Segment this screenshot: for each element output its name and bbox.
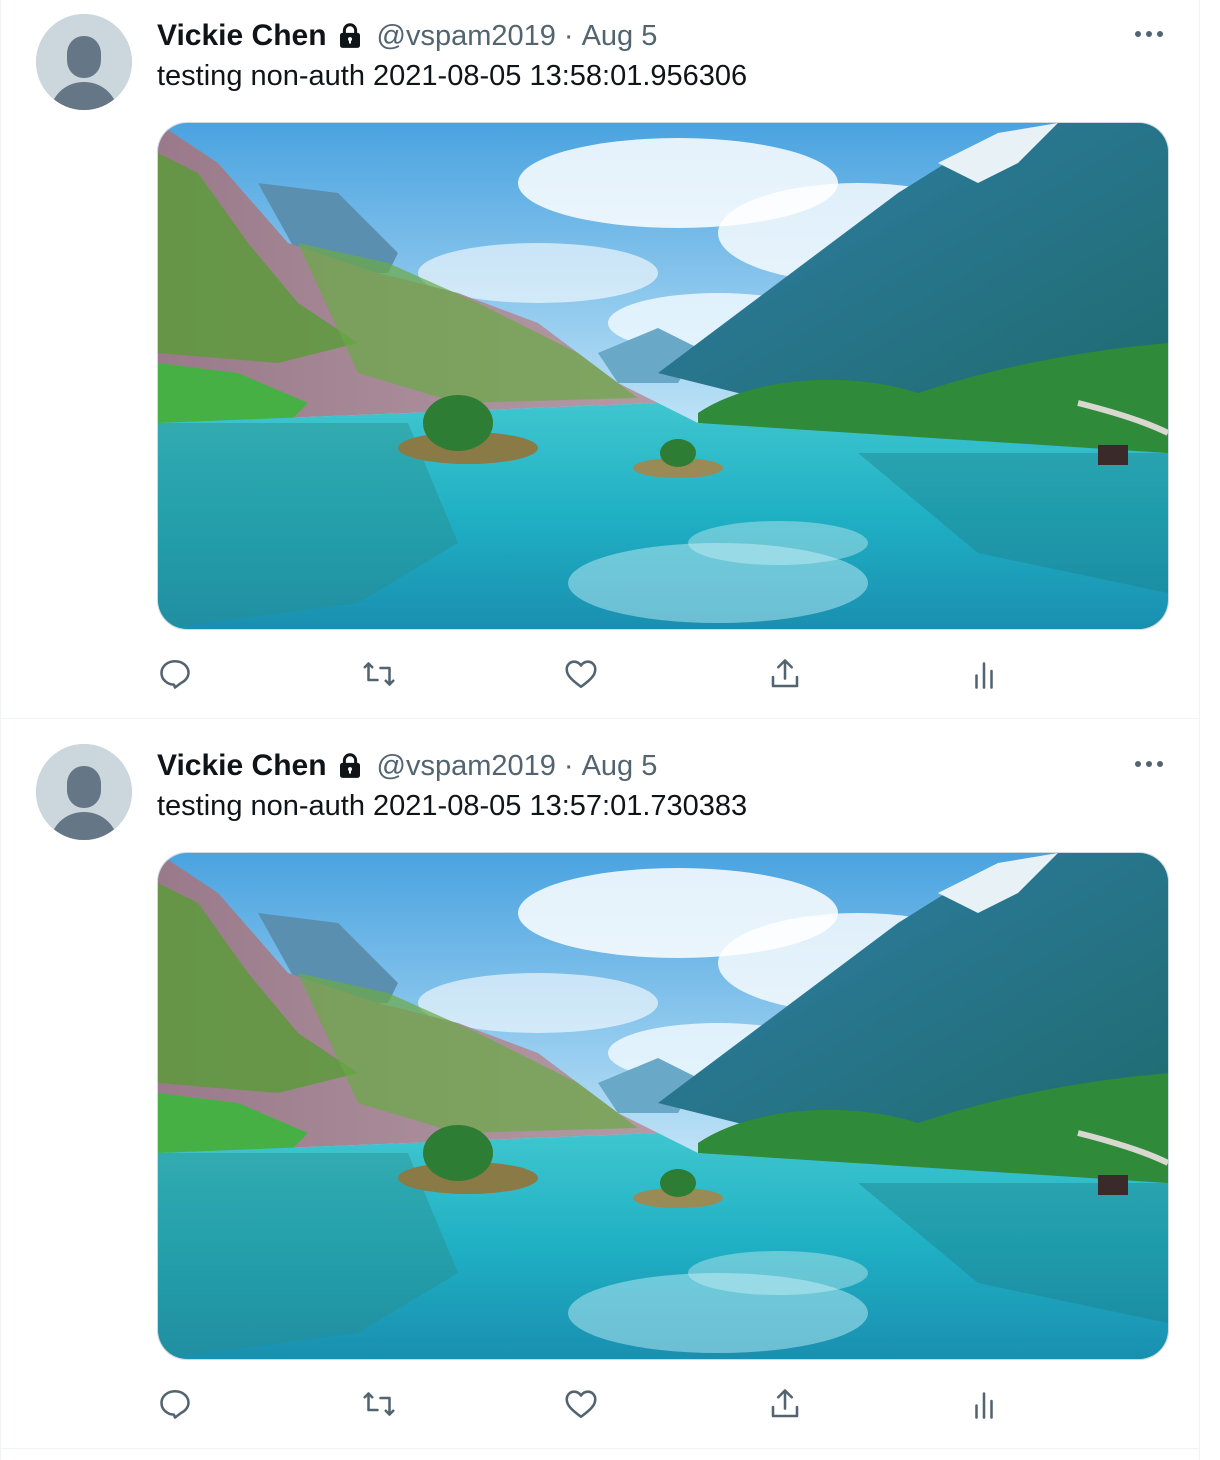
avatar[interactable] [36, 14, 132, 110]
reply-button[interactable] [153, 652, 197, 696]
tweet[interactable]: Vickie Chen @vspam2019 · Aug 5 testing n… [1, 730, 1199, 1449]
author-handle[interactable]: @vspam2019 [377, 20, 556, 53]
tweet-text: testing non-auth 2021-08-05 13:58:01.956… [157, 60, 748, 92]
separator-dot: · [563, 19, 574, 52]
like-icon [565, 1390, 597, 1419]
tweet-header: Vickie Chen @vspam2019 · Aug 5 [157, 746, 657, 786]
tweet-date[interactable]: Aug 5 [582, 750, 658, 783]
like-icon [565, 660, 597, 689]
author-name[interactable]: Vickie Chen [157, 19, 327, 53]
author-handle[interactable]: @vspam2019 [377, 750, 556, 783]
analytics-button[interactable] [965, 1382, 1009, 1426]
more-options-icon[interactable] [1129, 20, 1169, 48]
retweet-button[interactable] [357, 652, 401, 696]
share-button[interactable] [763, 652, 807, 696]
analytics-icon [975, 662, 993, 689]
lock-icon [335, 21, 365, 51]
retweet-icon [363, 662, 395, 686]
reply-icon [160, 1389, 190, 1419]
share-icon [771, 1389, 799, 1418]
separator-dot: · [563, 749, 574, 782]
tweet[interactable]: Vickie Chen @vspam2019 · Aug 5 testing n… [1, 0, 1199, 719]
tweet-actions [157, 652, 1057, 700]
reply-button[interactable] [153, 1382, 197, 1426]
share-icon [771, 659, 799, 688]
analytics-icon [975, 1392, 993, 1419]
fjord-landscape-photo [158, 853, 1168, 1359]
default-avatar-icon [36, 14, 132, 110]
analytics-button[interactable] [965, 652, 1009, 696]
timeline-feed: Vickie Chen @vspam2019 · Aug 5 testing n… [0, 0, 1200, 1460]
reply-icon [160, 659, 190, 689]
author-name[interactable]: Vickie Chen [157, 749, 327, 783]
tweet-media-image[interactable] [157, 122, 1169, 630]
avatar[interactable] [36, 744, 132, 840]
share-button[interactable] [763, 1382, 807, 1426]
fjord-landscape-photo [158, 123, 1168, 629]
retweet-icon [363, 1392, 395, 1416]
like-button[interactable] [559, 1382, 603, 1426]
default-avatar-icon [36, 744, 132, 840]
tweet-header: Vickie Chen @vspam2019 · Aug 5 [157, 16, 657, 56]
tweet-actions [157, 1382, 1057, 1430]
lock-icon [335, 751, 365, 781]
tweet-text: testing non-auth 2021-08-05 13:57:01.730… [157, 790, 748, 822]
more-options-icon[interactable] [1129, 750, 1169, 778]
tweet-media-image[interactable] [157, 852, 1169, 1360]
retweet-button[interactable] [357, 1382, 401, 1426]
tweet-date[interactable]: Aug 5 [582, 20, 658, 53]
like-button[interactable] [559, 652, 603, 696]
